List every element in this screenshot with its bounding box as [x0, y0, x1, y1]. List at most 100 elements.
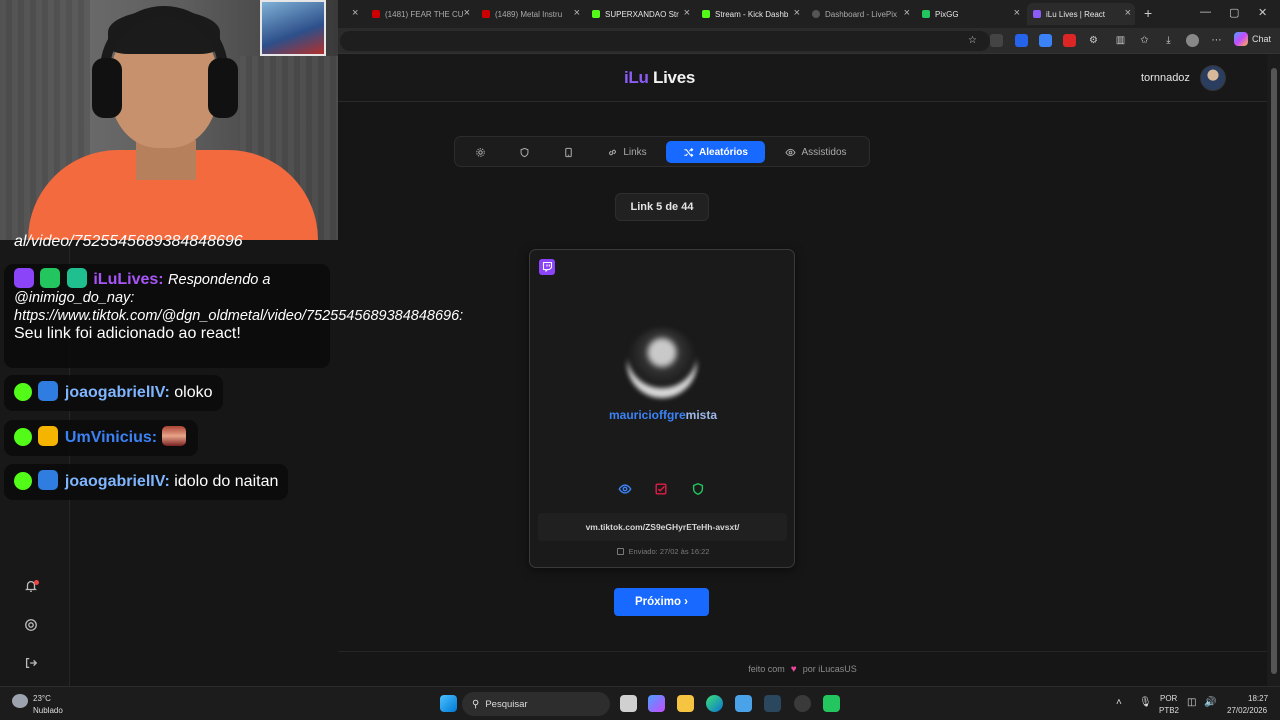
profile-icon[interactable] [1186, 34, 1199, 47]
language-code[interactable]: POR [1160, 694, 1177, 703]
chat-text: idolo do naitan [174, 473, 279, 490]
page-header: iLu Lives tornnadoz [338, 54, 1267, 102]
app-green-icon[interactable] [823, 695, 840, 712]
mark-watched-eye-icon[interactable] [618, 482, 634, 498]
download-icon[interactable]: ⤓ [1162, 34, 1175, 47]
browser-tab-5[interactable]: Dashboard - LivePix × [806, 3, 914, 25]
link-counter: Link 5 de 44 [615, 193, 709, 221]
more-menu-icon[interactable]: ⋯ [1210, 34, 1223, 47]
star-icon[interactable]: ☆ [966, 34, 979, 47]
minimize-button[interactable]: — [1200, 6, 1211, 18]
keyboard-layout[interactable]: PTB2 [1159, 706, 1179, 715]
extension-icon-3[interactable] [1063, 34, 1076, 47]
favorites-icon[interactable]: ✩ [1138, 34, 1151, 47]
browser-tab-4[interactable]: Stream - Kick Dashb × [696, 3, 804, 25]
copilot-icon[interactable] [648, 695, 665, 712]
tab-close-icon[interactable]: × [1014, 7, 1020, 19]
edge-browser-icon[interactable] [706, 695, 723, 712]
shield-icon[interactable] [691, 482, 707, 498]
approve-check-icon[interactable] [654, 482, 670, 498]
steam-icon[interactable] [764, 695, 781, 712]
browser-tab-6[interactable]: PixGG × [916, 3, 1024, 25]
tab-close-icon[interactable]: × [684, 7, 690, 19]
browser-tab-active[interactable]: iLu Lives | React × [1027, 3, 1135, 25]
weather-temp: 23°C [33, 694, 51, 703]
gear-icon [475, 147, 485, 157]
browser-tab-1[interactable]: (1481) FEAR THE CU × [366, 3, 474, 25]
tab-links[interactable]: Links [599, 141, 655, 163]
next-button[interactable]: Próximo › [614, 588, 709, 616]
extension-icon-1[interactable] [990, 34, 1003, 47]
support-icon[interactable] [24, 618, 38, 632]
clock-date[interactable]: 27/02/2026 [1227, 706, 1267, 715]
page-scrollbar[interactable] [1268, 54, 1280, 686]
tray-chevron-icon[interactable]: ˄ [1116, 697, 1122, 708]
logout-icon[interactable] [24, 656, 38, 670]
tab-mobile[interactable] [554, 141, 582, 163]
browser-tab-3[interactable]: SUPERXANDAO Str × [586, 3, 694, 25]
extension-icon-2[interactable] [1015, 34, 1028, 47]
tab-settings[interactable] [466, 141, 494, 163]
kick-icon [592, 10, 600, 18]
volume-icon[interactable]: 🔊 [1204, 697, 1216, 708]
split-screen-icon[interactable]: ▥ [1114, 34, 1127, 47]
link-url[interactable]: vm.tiktok.com/ZS9eGHyrETeHh-avsxt/ [538, 513, 787, 541]
network-icon[interactable]: ◫ [1187, 697, 1196, 708]
obs-icon[interactable] [794, 695, 811, 712]
footer-text-before: feito com [748, 664, 785, 674]
tab-close-prev[interactable]: × [352, 7, 358, 19]
emote-image [161, 426, 186, 446]
ilu-lives-page: iLu Lives tornnadoz Links Aleatórios Ass… [338, 54, 1267, 686]
crown-badge-icon [38, 426, 59, 446]
maximize-button[interactable]: ▢ [1229, 6, 1239, 19]
close-window-button[interactable]: ✕ [1258, 6, 1267, 19]
taskbar-search[interactable]: ⚲ Pesquisar [462, 692, 610, 716]
kick-icon [702, 10, 710, 18]
twitch-badge-icon [14, 268, 34, 288]
youtube-icon [482, 10, 490, 18]
scroll-thumb[interactable] [1271, 68, 1277, 674]
chat-overflow-text: al/video/7525545689384848696 [14, 234, 243, 250]
chat-message: joaogabrielIV: oloko [4, 375, 223, 411]
user-menu[interactable]: tornnadoz [1141, 64, 1226, 92]
tab-random[interactable]: Aleatórios [666, 141, 765, 163]
weather-icon[interactable] [12, 694, 28, 708]
username-part-2: mista [685, 408, 718, 422]
tab-close-icon[interactable]: × [574, 7, 580, 19]
link-icon [609, 149, 617, 155]
copilot-chat-button[interactable]: Chat [1234, 32, 1271, 46]
kick-badge-icon [14, 428, 32, 446]
microphone-icon[interactable]: 🎙 [1139, 697, 1152, 708]
start-button-icon[interactable] [440, 695, 457, 712]
clock-time[interactable]: 18:27 [1248, 694, 1268, 703]
translate-icon[interactable] [1039, 34, 1052, 47]
chat-username: joaogabrielIV: [64, 384, 170, 401]
puzzle-icon[interactable]: ⚙ [1087, 34, 1100, 47]
search-icon: ⚲ [472, 698, 480, 710]
browser-tab-2[interactable]: (1489) Metal Instru × [476, 3, 584, 25]
photos-icon[interactable] [735, 695, 752, 712]
nav-tabs: Links Aleatórios Assistidos [454, 136, 870, 167]
file-explorer-icon[interactable] [677, 695, 694, 712]
new-tab-button[interactable]: + [1144, 5, 1152, 21]
tab-moderation[interactable] [510, 141, 538, 163]
mod-sword-badge-icon [40, 268, 61, 288]
task-view-icon[interactable] [620, 695, 637, 712]
link-card: mauricioffgremista vm.tiktok.com/ZS9eGHy… [529, 249, 795, 568]
chat-message: joaogabrielIV: idolo do naitan [4, 464, 289, 500]
url-field[interactable] [340, 31, 990, 51]
tab-close-icon[interactable]: × [464, 7, 470, 19]
card-username[interactable]: mauricioffgremista [530, 408, 796, 422]
sent-timestamp: Enviado: 27/02 às 16:22 [530, 547, 796, 556]
tab-close-icon[interactable]: × [904, 7, 910, 19]
copilot-icon [1234, 32, 1248, 46]
chat-username: iLuLives: [93, 271, 164, 288]
tab-close-icon[interactable]: × [1125, 7, 1131, 19]
pixgg-icon [922, 10, 930, 18]
tab-watched[interactable]: Assistidos [773, 141, 859, 163]
app-logo[interactable]: iLu Lives [624, 68, 695, 88]
tab-close-icon[interactable]: × [794, 7, 800, 19]
tab-title: (1481) FEAR THE CU [385, 9, 464, 19]
kick-badge-icon [14, 383, 32, 401]
avatar [1199, 65, 1226, 91]
